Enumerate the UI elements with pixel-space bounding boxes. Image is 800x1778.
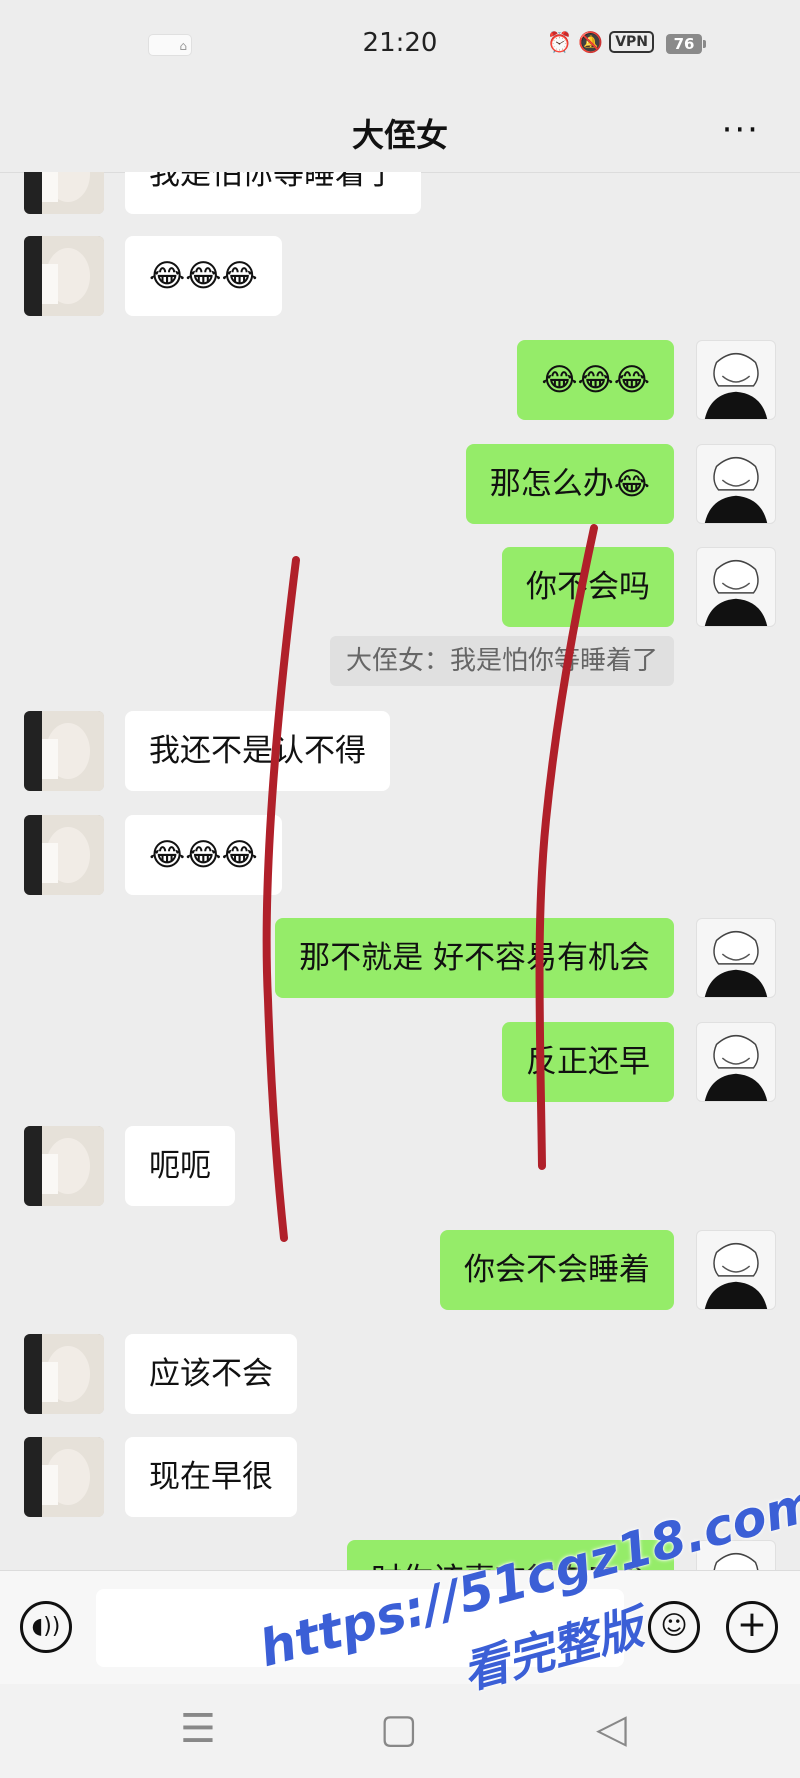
- contact-avatar[interactable]: [24, 711, 104, 791]
- message-bubble[interactable]: 我还不是认不得: [125, 711, 390, 791]
- message-bubble[interactable]: 😂😂😂: [125, 815, 282, 895]
- status-bar: ⌂ 21:20 ⏰ 🔕 VPN 76: [0, 0, 800, 92]
- vpn-badge: VPN: [609, 31, 654, 53]
- my-avatar[interactable]: [696, 547, 776, 627]
- chat-header: 大侄女 ···: [0, 92, 800, 173]
- message-bubble[interactable]: 你会不会睡着: [440, 1230, 674, 1310]
- message-bubble[interactable]: 应该不会: [125, 1334, 297, 1414]
- my-avatar[interactable]: [696, 1022, 776, 1102]
- message-bubble[interactable]: 😂😂😂: [125, 236, 282, 316]
- contact-avatar[interactable]: [24, 815, 104, 895]
- quoted-message[interactable]: 大侄女：我是怕你等睡着了: [329, 636, 674, 686]
- message-bubble[interactable]: 我是怕你等睡着了: [125, 172, 421, 214]
- battery-icon: 76: [666, 34, 702, 54]
- more-options-button[interactable]: ···: [722, 110, 760, 150]
- home-icon[interactable]: ▢: [380, 1706, 418, 1752]
- message-input[interactable]: [96, 1589, 624, 1667]
- chat-message-list[interactable]: 我是怕你等睡着了 😂😂😂 😂😂😂 那怎么办😂 你不会吗 大侄女：我是怕你等睡着了…: [0, 172, 800, 1570]
- emoji-icon[interactable]: ☺: [648, 1601, 700, 1653]
- message-bubble[interactable]: 你不会吗: [502, 547, 674, 627]
- battery-tip: [703, 40, 706, 48]
- my-avatar[interactable]: [696, 1230, 776, 1310]
- my-avatar[interactable]: [696, 340, 776, 420]
- back-icon[interactable]: ◁: [596, 1706, 627, 1752]
- my-avatar[interactable]: [696, 1540, 776, 1570]
- message-bubble[interactable]: 呃呃: [125, 1126, 235, 1206]
- plus-icon[interactable]: +: [726, 1601, 778, 1653]
- menu-icon[interactable]: ☰: [180, 1706, 216, 1752]
- contact-avatar[interactable]: [24, 172, 104, 214]
- contact-avatar[interactable]: [24, 1437, 104, 1517]
- voice-icon[interactable]: ◖)): [20, 1601, 72, 1653]
- contact-avatar[interactable]: [24, 1334, 104, 1414]
- message-bubble[interactable]: 😂😂😂: [517, 340, 674, 420]
- my-avatar[interactable]: [696, 444, 776, 524]
- contact-avatar[interactable]: [24, 236, 104, 316]
- message-bubble[interactable]: 现在早很: [125, 1437, 297, 1517]
- input-bar: ◖)) ☺ +: [0, 1570, 800, 1685]
- message-bubble[interactable]: 那不就是 好不容易有机会: [275, 918, 674, 998]
- system-nav-bar: ☰ ▢ ◁: [0, 1684, 800, 1778]
- mute-bell-icon: 🔕: [578, 30, 604, 54]
- my-avatar[interactable]: [696, 918, 776, 998]
- chat-title: 大侄女: [351, 116, 448, 154]
- contact-avatar[interactable]: [24, 1126, 104, 1206]
- message-bubble[interactable]: 反正还早: [502, 1022, 674, 1102]
- message-bubble[interactable]: 那怎么办😂: [465, 444, 674, 524]
- alarm-icon: ⏰: [547, 30, 573, 54]
- message-bubble[interactable]: 时你该喜欢很有安全: [347, 1540, 674, 1570]
